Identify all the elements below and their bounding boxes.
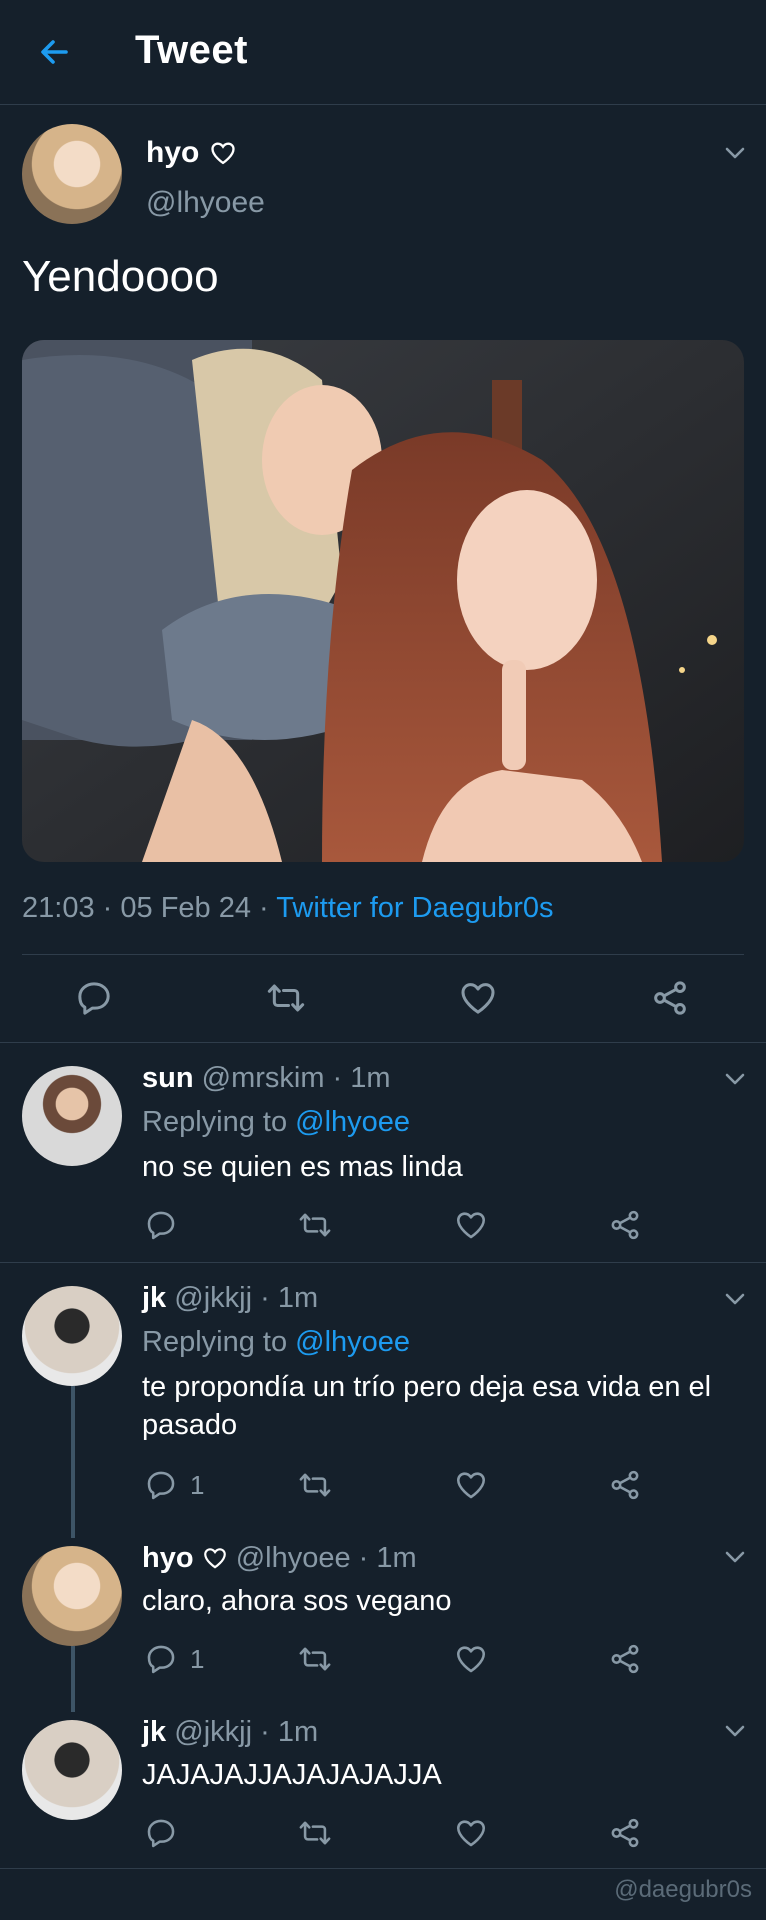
share-icon[interactable] xyxy=(608,1208,642,1242)
chevron-down-icon[interactable] xyxy=(724,1072,746,1086)
meta-separator: · xyxy=(259,892,269,924)
chevron-down-icon[interactable] xyxy=(724,1550,746,1564)
meta-separator: · xyxy=(332,1062,343,1094)
meta-separator: · xyxy=(358,1542,369,1574)
meta-separator: · xyxy=(260,1282,270,1314)
reply-author-name[interactable]: jk xyxy=(142,1716,166,1748)
reply-author-name[interactable]: jk xyxy=(142,1282,166,1314)
heart-outline-icon xyxy=(202,1545,228,1571)
like-icon[interactable] xyxy=(454,1642,488,1676)
reply-author-handle[interactable]: @mrskim xyxy=(202,1062,325,1094)
replying-to: Replying to @lhyoee xyxy=(142,1326,410,1359)
tweet-photo[interactable] xyxy=(22,340,744,862)
divider xyxy=(0,1262,766,1263)
heart-outline-icon xyxy=(209,139,237,167)
reply-icon[interactable] xyxy=(144,1816,178,1850)
reply-text: JAJAJAJJAJAJAJAJJA xyxy=(142,1759,442,1791)
retweet-icon[interactable] xyxy=(298,1208,332,1242)
avatar[interactable] xyxy=(22,1066,122,1166)
tweet-date: 05 Feb 24 xyxy=(120,892,251,924)
chevron-down-icon[interactable] xyxy=(724,1292,746,1306)
chevron-down-icon[interactable] xyxy=(724,1724,746,1738)
reply-text: no se quien es mas linda xyxy=(142,1151,463,1183)
reply-author-handle[interactable]: @lhyoee xyxy=(236,1542,351,1574)
reply-author-handle[interactable]: @jkkjj xyxy=(174,1716,252,1748)
like-icon[interactable] xyxy=(458,978,498,1018)
reply-text: claro, ahora sos vegano xyxy=(142,1585,452,1617)
reply-header: sun @mrskim · 1m xyxy=(142,1062,391,1095)
avatar[interactable] xyxy=(22,1720,122,1820)
retweet-icon[interactable] xyxy=(298,1816,332,1850)
avatar[interactable] xyxy=(22,1546,122,1646)
avatar[interactable] xyxy=(22,1286,122,1386)
meta-separator: · xyxy=(102,892,113,924)
tweet-actions xyxy=(0,970,766,1026)
reply-count: 1 xyxy=(190,1644,205,1674)
retweet-icon[interactable] xyxy=(266,978,306,1018)
meta-separator: · xyxy=(260,1716,270,1748)
watermark: @daegubr0s xyxy=(614,1876,752,1903)
page-title: Tweet xyxy=(135,28,248,72)
divider xyxy=(22,954,744,955)
reply-author-handle[interactable]: @jkkjj xyxy=(174,1282,252,1314)
tweet-meta: 21:03 · 05 Feb 24 · Twitter for Daegubr0… xyxy=(22,892,554,925)
thread-line xyxy=(71,1646,75,1712)
reply-time: 1m xyxy=(277,1282,319,1314)
author-name[interactable]: hyo xyxy=(146,136,237,170)
back-arrow-icon[interactable] xyxy=(34,32,74,72)
like-icon[interactable] xyxy=(454,1816,488,1850)
replying-to-handle[interactable]: @lhyoee xyxy=(295,1326,410,1358)
chevron-down-icon[interactable] xyxy=(724,146,746,160)
divider xyxy=(0,1042,766,1043)
photo-image xyxy=(22,340,744,862)
retweet-icon[interactable] xyxy=(298,1642,332,1676)
author-handle[interactable]: @lhyoee xyxy=(146,186,265,220)
tweet-time: 21:03 xyxy=(22,892,95,924)
share-icon[interactable] xyxy=(608,1642,642,1676)
top-bar: Tweet xyxy=(0,0,766,105)
reply-icon[interactable] xyxy=(144,1468,178,1502)
reply-author-name[interactable]: sun xyxy=(142,1062,194,1094)
replying-to: Replying to @lhyoee xyxy=(142,1106,410,1139)
reply-icon[interactable] xyxy=(144,1642,178,1676)
reply-header: jk @jkkjj · 1m xyxy=(142,1282,318,1315)
tweet-text: Yendoooo xyxy=(22,252,219,301)
retweet-icon[interactable] xyxy=(298,1468,332,1502)
avatar[interactable] xyxy=(22,124,122,224)
reply-icon[interactable] xyxy=(74,978,114,1018)
like-icon[interactable] xyxy=(454,1208,488,1242)
thread-line xyxy=(71,1386,75,1538)
share-icon[interactable] xyxy=(608,1468,642,1502)
tweet-client[interactable]: Twitter for Daegubr0s xyxy=(276,892,553,924)
replying-to-handle[interactable]: @lhyoee xyxy=(295,1106,410,1138)
reply-time: 1m xyxy=(376,1542,417,1574)
reply-text: te propondía un trío pero deja esa vida … xyxy=(142,1371,712,1441)
author-name-text: hyo xyxy=(146,136,200,169)
divider xyxy=(0,1868,766,1869)
reply-header: jk @jkkjj · 1m xyxy=(142,1716,318,1749)
replying-to-label: Replying to xyxy=(142,1326,288,1358)
reply-icon[interactable] xyxy=(144,1208,178,1242)
reply-count: 1 xyxy=(190,1470,205,1500)
share-icon[interactable] xyxy=(608,1816,642,1850)
reply-time: 1m xyxy=(350,1062,391,1094)
share-icon[interactable] xyxy=(650,978,690,1018)
reply-header: hyo @lhyoee · 1m xyxy=(142,1542,417,1575)
replying-to-label: Replying to xyxy=(142,1106,288,1138)
reply-author-name[interactable]: hyo xyxy=(142,1542,194,1574)
reply-time: 1m xyxy=(277,1716,319,1748)
like-icon[interactable] xyxy=(454,1468,488,1502)
